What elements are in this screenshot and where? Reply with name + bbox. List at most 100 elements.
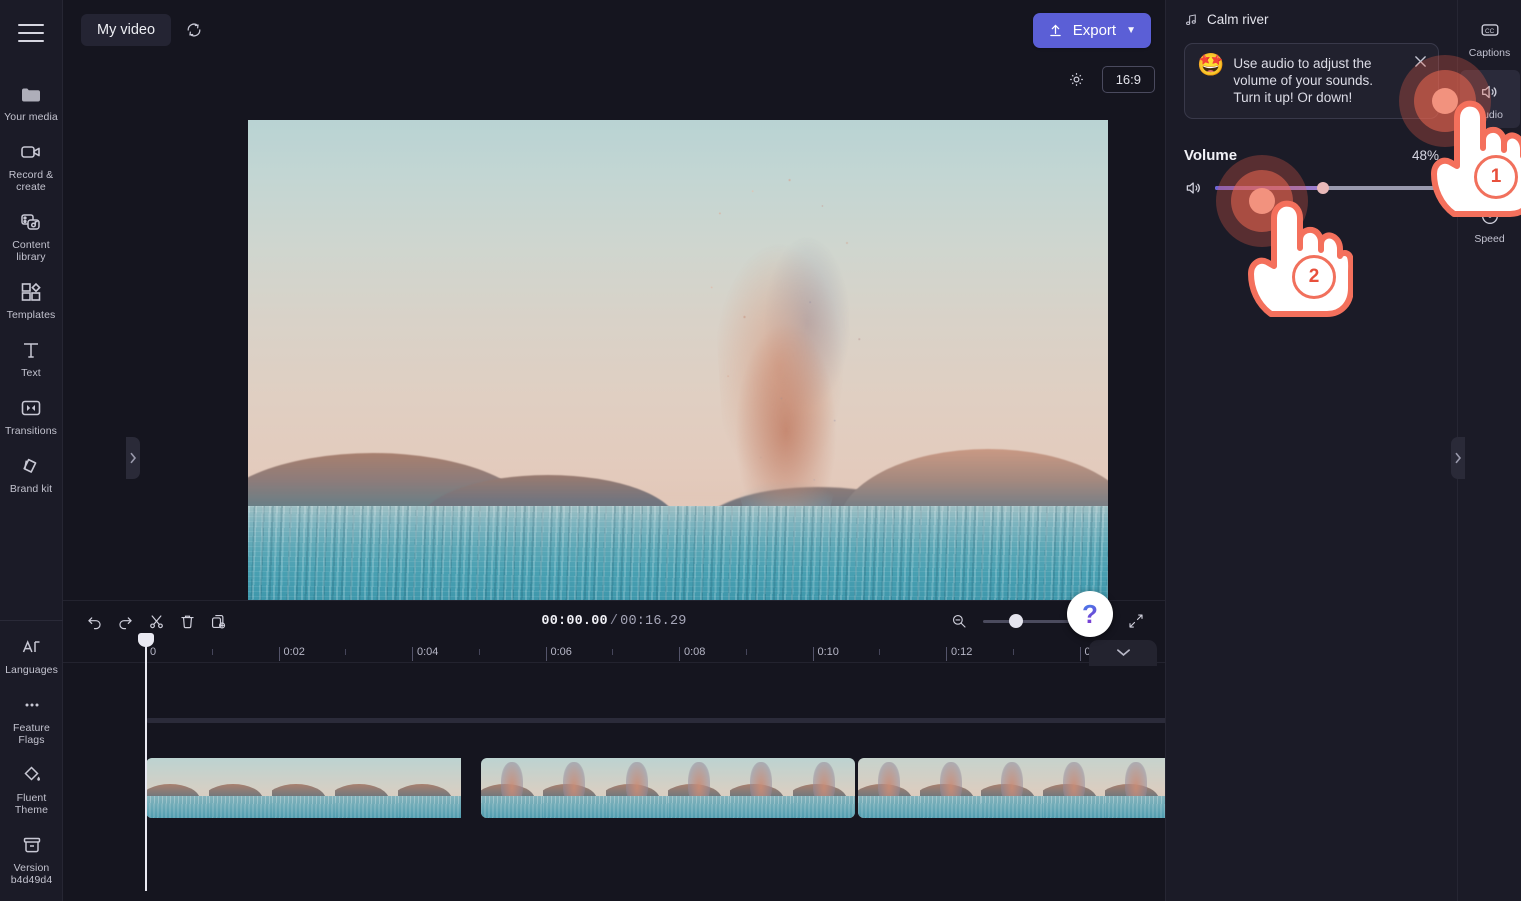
- speedometer-icon: [1478, 204, 1502, 228]
- sidebar-item-label: Content library: [12, 239, 50, 263]
- ruler-tick-label: 0:08: [684, 646, 706, 658]
- ruler-tick-minor: [1012, 649, 1014, 655]
- sidebar-item-brand-kit[interactable]: Brand kit: [0, 444, 62, 502]
- sidebar-item-fluent-theme[interactable]: Fluent Theme: [1, 753, 63, 823]
- chevron-down-icon: ▼: [1126, 24, 1136, 36]
- sidebar-item-record-create[interactable]: Record & create: [0, 130, 62, 200]
- gear-icon[interactable]: [1064, 67, 1090, 93]
- hamburger-icon[interactable]: [11, 16, 51, 50]
- redo-icon[interactable]: [110, 606, 141, 637]
- volume-control: [1184, 178, 1439, 198]
- stage-tools: 16:9: [1064, 66, 1155, 93]
- duplicate-icon[interactable]: [203, 606, 234, 637]
- clip-thumbnail: [919, 758, 982, 818]
- clip-thumbnail: [730, 758, 793, 818]
- ruler-tick-minor: [745, 649, 747, 655]
- fit-to-screen-icon[interactable]: [1120, 606, 1151, 637]
- svg-text:CC: CC: [1484, 28, 1494, 35]
- tab-audio[interactable]: Audio: [1459, 70, 1520, 128]
- zoom-slider-knob[interactable]: [1009, 614, 1023, 628]
- sidebar-item-version[interactable]: Version b4d49d4: [1, 823, 63, 893]
- playhead[interactable]: [138, 633, 154, 891]
- volume-header: Volume 48%: [1184, 147, 1439, 164]
- ruler-tick-label: 0:06: [550, 646, 572, 658]
- sidebar-item-content-library[interactable]: Content library: [0, 200, 62, 270]
- video-track[interactable]: [146, 758, 1228, 818]
- properties-panel: Calm river 🤩 Use audio to adjust the vol…: [1165, 0, 1465, 901]
- project-title[interactable]: My video: [81, 14, 172, 46]
- top-toolbar: My video Export ▼: [63, 0, 1165, 60]
- folder-icon: [18, 81, 44, 107]
- clip-thumbnail: [667, 758, 731, 818]
- music-note-icon: [1184, 12, 1199, 27]
- sidebar-item-label: Your media: [4, 111, 58, 123]
- preview-splash: [675, 169, 896, 549]
- export-button[interactable]: Export ▼: [1032, 12, 1151, 48]
- divider: [0, 620, 63, 621]
- media-library-icon: [18, 209, 44, 235]
- sidebar-item-your-media[interactable]: Your media: [0, 72, 62, 130]
- archive-icon: [19, 832, 45, 858]
- sidebar-item-transitions[interactable]: Transitions: [0, 386, 62, 444]
- scissors-icon[interactable]: [141, 606, 172, 637]
- expand-left-panel-handle[interactable]: [126, 437, 140, 479]
- sidebar-item-text[interactable]: Text: [0, 328, 62, 386]
- tab-speed[interactable]: Speed: [1460, 194, 1520, 252]
- video-preview[interactable]: [248, 120, 1108, 601]
- clip-thumbnail: [272, 758, 335, 818]
- collapse-panel-toggle[interactable]: [1089, 640, 1157, 666]
- total-time: 00:16.29: [620, 613, 687, 629]
- ruler-tick-minor: [211, 649, 213, 655]
- sidebar-bottom-items: Languages Feature Flags Fluent Theme Ver…: [0, 620, 63, 893]
- tooltip-text: Use audio to adjust the volume of your s…: [1233, 56, 1373, 105]
- zoom-slider[interactable]: [983, 614, 1071, 628]
- video-clip[interactable]: [481, 758, 855, 818]
- sidebar-item-languages[interactable]: Languages: [1, 625, 63, 683]
- help-button[interactable]: ?: [1067, 591, 1113, 637]
- ellipsis-icon: [19, 692, 45, 718]
- volume-label: Volume: [1184, 147, 1238, 164]
- video-clip[interactable]: [146, 758, 478, 818]
- clip-thumbnail: [858, 758, 920, 818]
- clip-header: Calm river: [1184, 12, 1439, 27]
- undo-icon[interactable]: [79, 606, 110, 637]
- sidebar-item-templates[interactable]: Templates: [0, 270, 62, 328]
- timeline-toolbar: 00:00.00/00:16.29: [63, 601, 1165, 641]
- tooltip-card: 🤩 Use audio to adjust the volume of your…: [1184, 43, 1439, 119]
- clip-thumbnail: [543, 758, 606, 818]
- sidebar-item-label: Version b4d49d4: [10, 862, 53, 886]
- sidebar-item-label: Templates: [6, 309, 56, 321]
- left-sidebar: Your media Record & create Content libra…: [0, 0, 63, 901]
- zoom-out-icon[interactable]: [943, 606, 974, 637]
- properties-tab-strip: CC Captions Audio Fade Speed: [1457, 0, 1521, 901]
- sidebar-item-label: Feature Flags: [13, 722, 50, 746]
- aspect-ratio-button[interactable]: 16:9: [1101, 66, 1155, 93]
- timeline-ruler[interactable]: 00:020:040:060:080:100:120:140:1: [63, 633, 1233, 891]
- ruler-tick-label: 0:04: [417, 646, 439, 658]
- close-icon[interactable]: [1411, 52, 1429, 70]
- tab-label: Captions: [1468, 47, 1511, 59]
- trash-icon[interactable]: [172, 606, 203, 637]
- paint-bucket-icon: [19, 762, 45, 788]
- volume-slider[interactable]: [1215, 182, 1439, 194]
- volume-value: 48%: [1411, 148, 1439, 163]
- clip-name: Calm river: [1207, 12, 1269, 27]
- clip-thumbnail: [335, 758, 398, 818]
- fade-icon: [1478, 142, 1502, 166]
- help-icon: ?: [1082, 599, 1098, 629]
- export-label: Export: [1072, 21, 1117, 39]
- templates-icon: [18, 279, 44, 305]
- speaker-icon[interactable]: [1184, 178, 1204, 198]
- ruler-tick-minor: [879, 649, 881, 655]
- ruler-tick-label: 0:12: [951, 646, 973, 658]
- sync-icon[interactable]: [181, 17, 207, 43]
- volume-slider-knob[interactable]: [1316, 182, 1329, 194]
- sidebar-item-label: Brand kit: [9, 483, 53, 495]
- sidebar-item-feature-flags[interactable]: Feature Flags: [1, 683, 63, 753]
- clip-thumbnail: [398, 758, 461, 818]
- tab-captions[interactable]: CC Captions: [1460, 8, 1520, 66]
- clip-thumbnail: [146, 758, 209, 818]
- collapse-right-panel-handle[interactable]: [1451, 437, 1465, 479]
- tab-fade[interactable]: Fade: [1460, 132, 1520, 190]
- timeline-scrollbar[interactable]: [146, 718, 1225, 723]
